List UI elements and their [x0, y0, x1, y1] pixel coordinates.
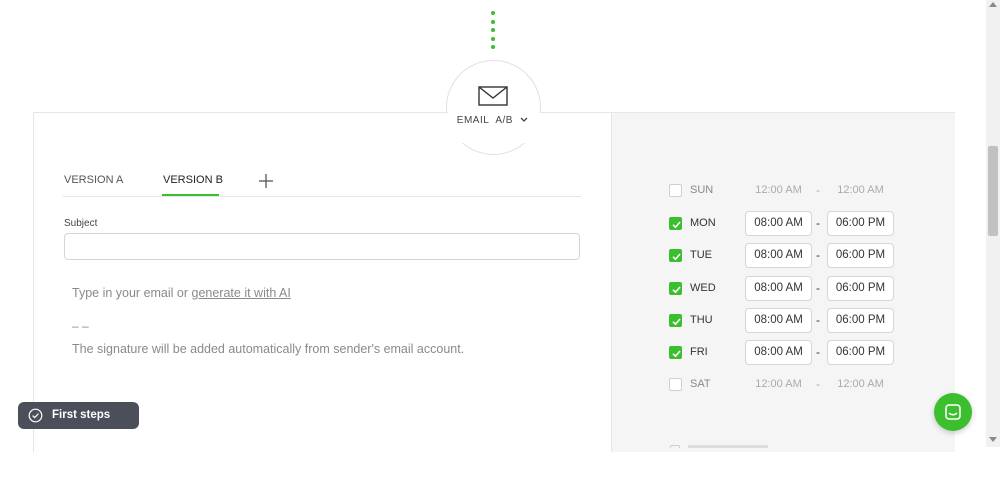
add-version-icon[interactable] — [258, 173, 274, 189]
subject-input[interactable] — [64, 233, 580, 260]
time-separator: - — [816, 345, 820, 359]
start-time-field[interactable]: 08:00 AM — [745, 308, 812, 333]
time-separator: - — [816, 216, 820, 230]
day-checkbox[interactable] — [669, 314, 682, 327]
end-time-field: 12:00 AM — [837, 378, 884, 390]
first-steps-label: First steps — [52, 409, 111, 421]
time-separator: - — [816, 183, 820, 197]
active-tab-indicator — [162, 194, 219, 196]
checkmark-icon — [672, 253, 681, 261]
day-checkbox[interactable] — [669, 378, 682, 391]
day-checkbox[interactable] — [669, 282, 682, 295]
start-time-field[interactable]: 08:00 AM — [745, 340, 812, 365]
day-label: WED — [690, 282, 716, 294]
email-ab-dropdown[interactable]: EMAIL A/B — [440, 115, 546, 126]
day-label: FRI — [690, 346, 708, 358]
checkmark-icon — [672, 350, 681, 358]
tab-version-a[interactable]: VERSION A — [64, 174, 123, 186]
first-steps-button[interactable]: First steps — [18, 402, 139, 429]
connector-dots — [491, 11, 495, 54]
body-prefix: Type in your email or — [72, 286, 192, 300]
day-label: SUN — [690, 184, 714, 196]
page: EMAIL A/B VERSION A VERSION B Subject Ty… — [0, 0, 1000, 500]
day-checkbox[interactable] — [669, 249, 682, 262]
chat-icon — [945, 404, 961, 420]
scroll-up-icon[interactable] — [989, 2, 997, 7]
checkmark-icon — [672, 318, 681, 326]
end-time-field[interactable]: 06:00 PM — [827, 243, 894, 268]
end-time-field: 12:00 AM — [837, 184, 884, 196]
time-separator: - — [816, 281, 820, 295]
start-time-field[interactable]: 08:00 AM — [745, 243, 812, 268]
scrollbar-thumb[interactable] — [988, 146, 998, 236]
end-time-field[interactable]: 06:00 PM — [827, 276, 894, 301]
tab-version-b[interactable]: VERSION B — [163, 174, 223, 186]
generate-ai-link[interactable]: generate it with AI — [192, 286, 291, 300]
signature-dash: – – — [72, 319, 89, 333]
email-body-placeholder[interactable]: Type in your email or generate it with A… — [72, 286, 291, 300]
signature-note: The signature will be added automaticall… — [72, 342, 465, 356]
time-separator: - — [816, 377, 820, 391]
day-checkbox[interactable] — [669, 184, 682, 197]
time-separator: - — [816, 313, 820, 327]
ab-label: A/B — [495, 115, 513, 126]
day-label: MON — [690, 217, 716, 229]
day-label: SAT — [690, 378, 711, 390]
subject-label: Subject — [64, 218, 98, 229]
scroll-down-icon[interactable] — [989, 437, 997, 442]
chevron-down-icon — [520, 117, 528, 123]
checkmark-icon — [672, 221, 681, 229]
end-time-field[interactable]: 06:00 PM — [827, 340, 894, 365]
day-checkbox[interactable] — [669, 217, 682, 230]
end-time-field[interactable]: 06:00 PM — [827, 308, 894, 333]
version-tabs: VERSION A VERSION B — [63, 168, 581, 197]
end-time-field[interactable]: 06:00 PM — [827, 211, 894, 236]
checkmark-icon — [672, 286, 681, 294]
envelope-icon — [478, 86, 508, 106]
day-label: THU — [690, 314, 713, 326]
start-time-field[interactable]: 08:00 AM — [745, 276, 812, 301]
chat-button[interactable] — [934, 393, 972, 431]
start-time-field: 12:00 AM — [755, 378, 802, 390]
start-time-field: 12:00 AM — [755, 184, 802, 196]
day-checkbox[interactable] — [669, 346, 682, 359]
channel-label: EMAIL — [456, 115, 490, 126]
day-label: TUE — [690, 249, 712, 261]
check-circle-icon — [28, 408, 43, 423]
time-separator: - — [816, 248, 820, 262]
start-time-field[interactable]: 08:00 AM — [745, 211, 812, 236]
